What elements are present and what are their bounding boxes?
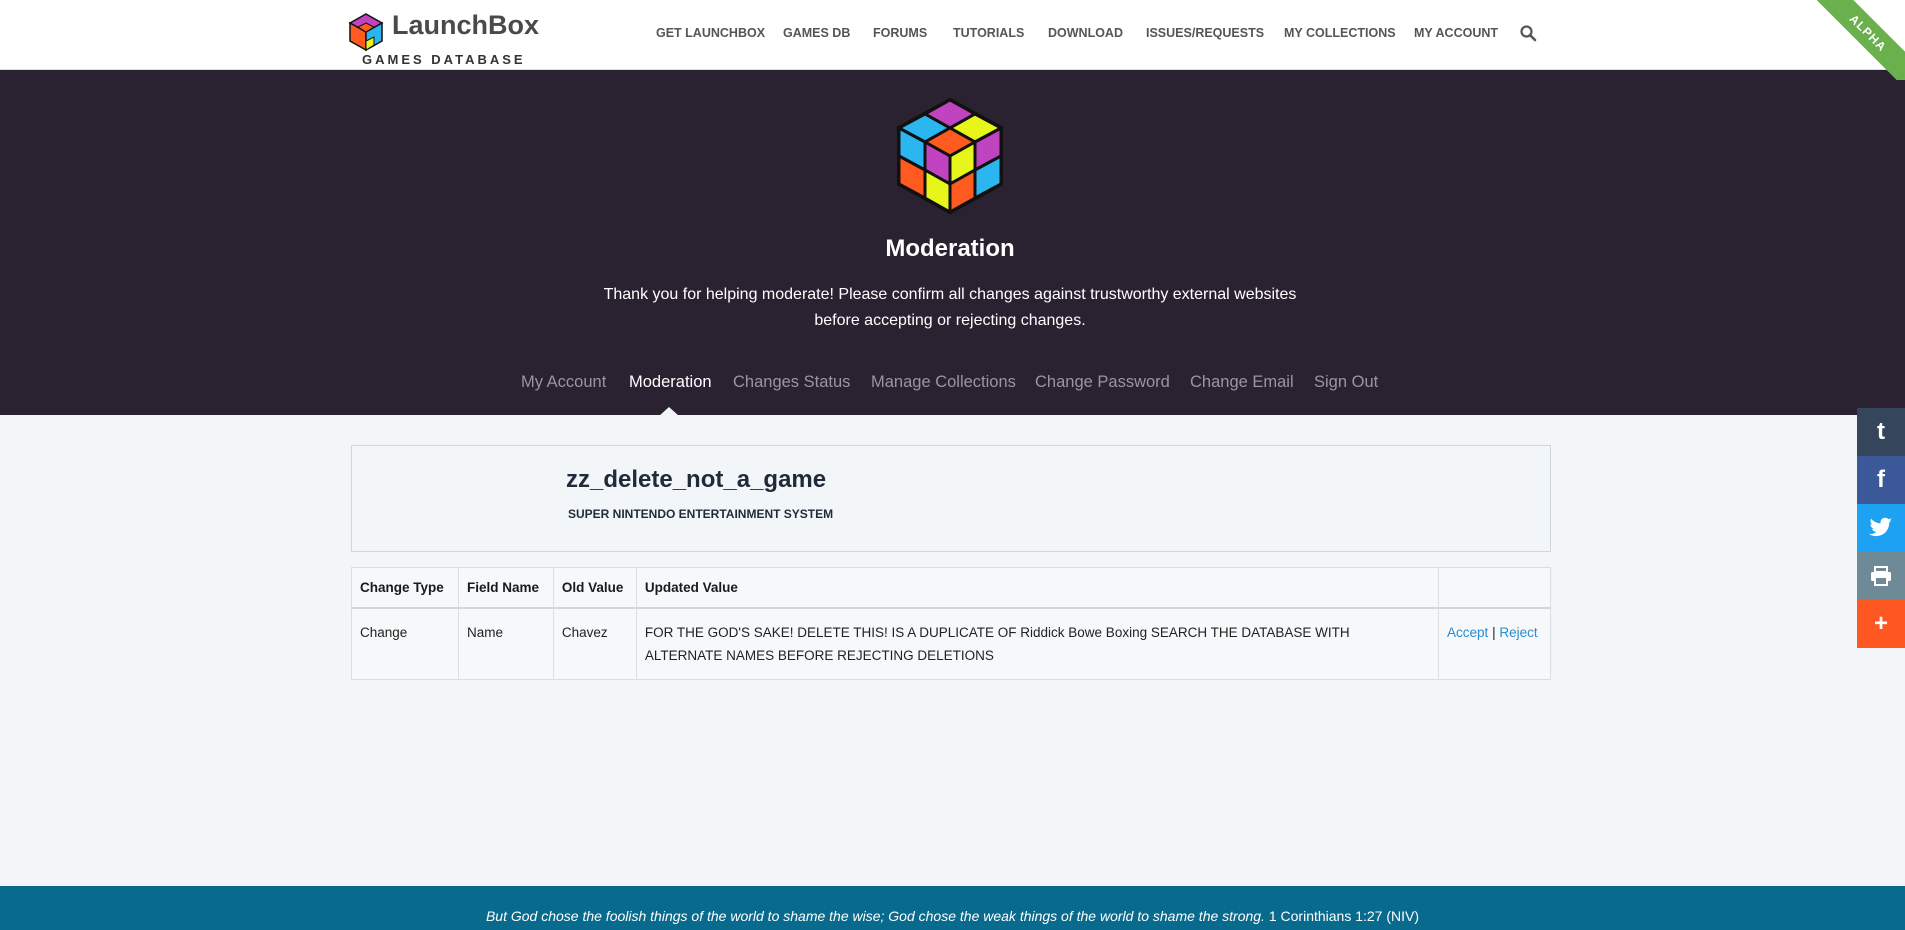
alpha-ribbon: ALPHA bbox=[1795, 0, 1905, 80]
game-title: zz_delete_not_a_game bbox=[566, 466, 827, 493]
footer-reference: 1 Corinthians 1:27 (NIV) bbox=[1268, 908, 1420, 924]
tab-change-email[interactable]: Change Email bbox=[1190, 373, 1294, 392]
brand-name: LaunchBox bbox=[392, 10, 540, 40]
table-header-row: Change Type Field Name Old Value Updated… bbox=[351, 567, 1551, 609]
footer-verse: But God chose the foolish things of the … bbox=[0, 908, 1905, 924]
tab-sign-out[interactable]: Sign Out bbox=[1314, 373, 1378, 392]
facebook-icon[interactable]: f bbox=[1857, 456, 1905, 504]
nav-my-account[interactable]: MY ACCOUNT bbox=[1414, 26, 1498, 40]
tab-change-password[interactable]: Change Password bbox=[1035, 373, 1170, 392]
twitter-icon[interactable] bbox=[1857, 504, 1905, 552]
tumblr-icon[interactable]: t bbox=[1857, 408, 1905, 456]
nav-get-launchbox[interactable]: GET LAUNCHBOX bbox=[656, 26, 765, 40]
launchbox-logo[interactable]: LaunchBox GAMES DATABASE bbox=[348, 8, 568, 70]
action-separator: | bbox=[1492, 624, 1496, 640]
tab-manage-collections[interactable]: Manage Collections bbox=[871, 373, 1016, 392]
hero-banner: Moderation Thank you for helping moderat… bbox=[0, 70, 1905, 416]
nav-my-collections[interactable]: MY COLLECTIONS bbox=[1284, 26, 1396, 40]
top-header: LaunchBox GAMES DATABASE GET LAUNCHBOX G… bbox=[0, 0, 1905, 70]
nav-games-db[interactable]: GAMES DB bbox=[783, 26, 850, 40]
nav-forums[interactable]: FORUMS bbox=[873, 26, 927, 40]
nav-download[interactable]: DOWNLOAD bbox=[1048, 26, 1123, 40]
more-icon[interactable]: + bbox=[1857, 600, 1905, 648]
game-card: zz_delete_not_a_game SUPER NINTENDO ENTE… bbox=[351, 445, 1551, 552]
alpha-label: ALPHA bbox=[1805, 0, 1905, 80]
cell-actions: Accept | Reject bbox=[1438, 607, 1551, 680]
account-tabs: My Account Moderation Changes Status Man… bbox=[0, 373, 1905, 398]
print-icon[interactable] bbox=[1857, 552, 1905, 600]
column-header-change-type: Change Type bbox=[351, 567, 459, 609]
column-header-updated-value: Updated Value bbox=[635, 567, 1440, 609]
page-description: Thank you for helping moderate! Please c… bbox=[603, 286, 1297, 329]
cube-logo-icon bbox=[348, 13, 384, 52]
tab-my-account[interactable]: My Account bbox=[521, 373, 606, 392]
tab-changes-status[interactable]: Changes Status bbox=[733, 373, 850, 392]
changes-table: Change Type Field Name Old Value Updated… bbox=[351, 567, 1551, 680]
column-header-field-name: Field Name bbox=[457, 567, 554, 609]
active-tab-indicator bbox=[659, 407, 679, 416]
search-icon[interactable] bbox=[1519, 24, 1537, 42]
column-header-old-value: Old Value bbox=[552, 567, 637, 609]
column-header-actions bbox=[1438, 567, 1551, 609]
cube-hero-icon bbox=[895, 98, 1005, 215]
cell-updated-value: FOR THE GOD'S SAKE! DELETE THIS! IS A DU… bbox=[635, 607, 1440, 680]
cell-old-value: Chavez bbox=[552, 607, 637, 680]
footer: But God chose the foolish things of the … bbox=[0, 886, 1905, 930]
page-title: Moderation bbox=[885, 235, 1015, 262]
share-bar: t f + bbox=[1857, 408, 1905, 648]
nav-issues-requests[interactable]: ISSUES/REQUESTS bbox=[1146, 26, 1264, 40]
nav-tutorials[interactable]: TUTORIALS bbox=[953, 26, 1024, 40]
brand-subtitle: GAMES DATABASE bbox=[362, 52, 526, 67]
accept-link[interactable]: Accept bbox=[1447, 625, 1488, 640]
cell-field-name: Name bbox=[457, 607, 554, 680]
twitter-bird-icon bbox=[1869, 517, 1892, 537]
tab-moderation[interactable]: Moderation bbox=[629, 373, 712, 392]
printer-glyph-icon bbox=[1871, 566, 1891, 586]
game-platform: SUPER NINTENDO ENTERTAINMENT SYSTEM bbox=[568, 507, 834, 521]
table-row: Change Name Chavez FOR THE GOD'S SAKE! D… bbox=[351, 607, 1551, 680]
footer-quote: But God chose the foolish things of the … bbox=[485, 908, 1265, 924]
reject-link[interactable]: Reject bbox=[1499, 625, 1537, 640]
cell-change-type: Change bbox=[351, 607, 459, 680]
